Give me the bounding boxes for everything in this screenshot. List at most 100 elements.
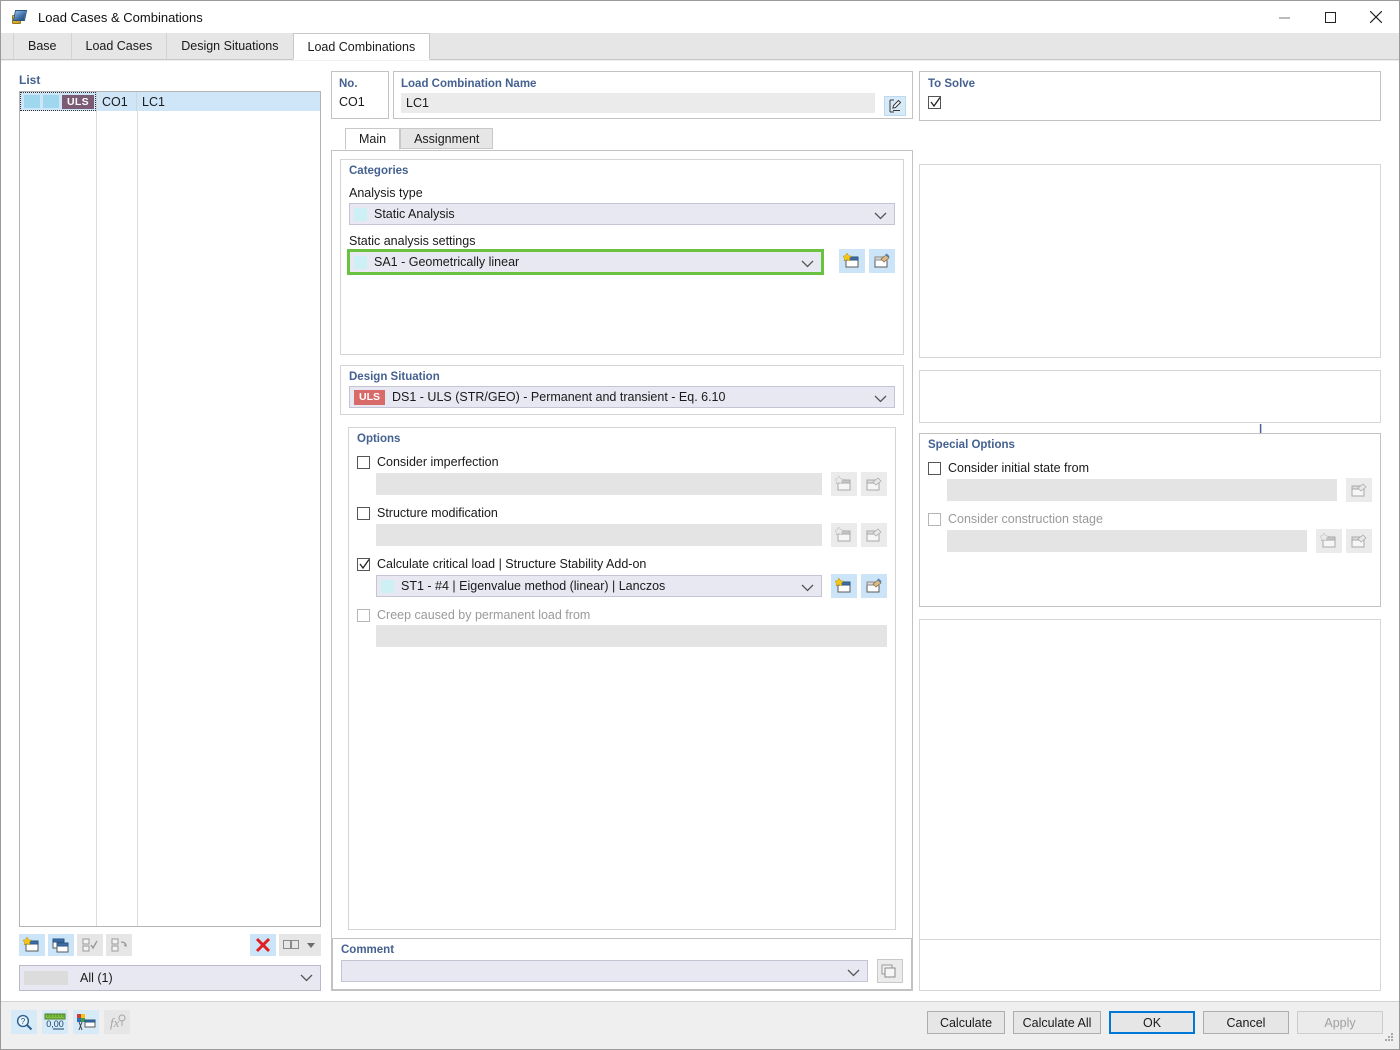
invert-selection-button bbox=[106, 934, 132, 956]
combination-name-box: Load Combination Name bbox=[393, 71, 913, 119]
load-cases-combinations-window: Load Cases & Combinations Base Load Case… bbox=[0, 0, 1400, 1050]
static-analysis-settings-dropdown[interactable]: SA1 - Geometrically linear bbox=[349, 251, 822, 273]
svg-text:fx: fx bbox=[110, 1015, 120, 1030]
comment-group: Comment bbox=[332, 938, 912, 990]
new-item-button[interactable] bbox=[19, 934, 45, 956]
filter-swatch-icon bbox=[24, 971, 68, 985]
help-search-icon[interactable]: ? bbox=[11, 1010, 37, 1034]
option-label: Consider imperfection bbox=[377, 455, 499, 469]
right-blank-panel-bottom bbox=[919, 619, 1381, 957]
checkbox-consider-initial-state[interactable] bbox=[928, 462, 941, 475]
static-analysis-swatch-icon bbox=[354, 256, 367, 269]
number-format-icon[interactable]: 0,00 bbox=[42, 1010, 68, 1034]
analysis-type-label: Analysis type bbox=[341, 186, 903, 200]
checkbox-to-solve[interactable] bbox=[928, 96, 941, 109]
tab-main[interactable]: Main bbox=[345, 128, 400, 150]
apply-button: Apply bbox=[1297, 1011, 1383, 1034]
calculate-button[interactable]: Calculate bbox=[927, 1011, 1005, 1034]
analysis-type-dropdown[interactable]: Static Analysis bbox=[349, 203, 895, 225]
new-stability-analysis-settings-button[interactable] bbox=[831, 574, 857, 598]
checkbox-consider-construction-stage bbox=[928, 513, 941, 526]
comment-dropdown[interactable] bbox=[341, 960, 868, 982]
maximize-icon[interactable] bbox=[1307, 1, 1353, 33]
select-all-button bbox=[77, 934, 103, 956]
list-filter-value: All (1) bbox=[80, 971, 113, 985]
analysis-type-value: Static Analysis bbox=[374, 207, 455, 221]
options-title: Options bbox=[349, 428, 895, 445]
minimize-icon[interactable] bbox=[1261, 1, 1307, 33]
option-consider-initial-state[interactable]: Consider initial state from bbox=[920, 461, 1380, 475]
list-filter-dropdown[interactable]: All (1) bbox=[19, 965, 321, 991]
option-label: Calculate critical load | Structure Stab… bbox=[377, 557, 646, 571]
new-static-analysis-settings-button[interactable] bbox=[839, 249, 865, 273]
detail-tab-strip: Main Assignment bbox=[331, 127, 913, 149]
resize-grip-icon[interactable] bbox=[1383, 1031, 1395, 1046]
main-tab-pane: Categories Analysis type Static Analysis… bbox=[331, 150, 913, 991]
chevron-down-icon bbox=[874, 392, 887, 406]
close-icon[interactable] bbox=[1353, 1, 1399, 33]
tab-load-combinations[interactable]: Load Combinations bbox=[293, 33, 431, 60]
app-icon bbox=[11, 8, 29, 26]
ok-button[interactable]: OK bbox=[1109, 1011, 1195, 1034]
edit-structure-modification-button bbox=[861, 523, 887, 547]
stability-analysis-settings-value: ST1 - #4 | Eigenvalue method (linear) | … bbox=[401, 579, 665, 593]
combinations-list[interactable]: ULS CO1 LC1 bbox=[19, 91, 321, 927]
calculate-all-button[interactable]: Calculate All bbox=[1013, 1011, 1101, 1034]
design-situation-group: Design Situation EN 1990 | DIN | 2012-08… bbox=[340, 365, 904, 415]
delete-item-button[interactable] bbox=[250, 934, 276, 956]
option-calculate-critical-load[interactable]: Calculate critical load | Structure Stab… bbox=[349, 557, 895, 571]
static-analysis-settings-label: Static analysis settings bbox=[341, 234, 903, 248]
construction-stage-field bbox=[947, 530, 1307, 552]
tab-load-cases[interactable]: Load Cases bbox=[71, 33, 167, 59]
edit-static-analysis-settings-button[interactable] bbox=[869, 249, 895, 273]
status-badge: ULS bbox=[62, 95, 94, 109]
new-structure-modification-button bbox=[831, 523, 857, 547]
option-label: Structure modification bbox=[377, 506, 498, 520]
tab-assignment[interactable]: Assignment bbox=[400, 128, 493, 149]
imperfection-case-field bbox=[376, 473, 822, 495]
chevron-down-icon bbox=[847, 966, 860, 980]
option-label: Consider initial state from bbox=[948, 461, 1089, 475]
checkbox-consider-imperfection[interactable] bbox=[357, 456, 370, 469]
right-blank-panel-middle bbox=[919, 370, 1381, 423]
categories-title: Categories bbox=[341, 160, 903, 177]
option-structure-modification[interactable]: Structure modification bbox=[349, 506, 895, 520]
row-name: LC1 bbox=[136, 92, 320, 111]
checkbox-creep bbox=[357, 609, 370, 622]
new-construction-stage-button bbox=[1316, 529, 1342, 553]
design-situation-dropdown[interactable]: ULS DS1 - ULS (STR/GEO) - Permanent and … bbox=[349, 386, 895, 408]
to-solve-label: To Solve bbox=[928, 78, 1372, 90]
name-label: Load Combination Name bbox=[401, 78, 905, 90]
main-tab-strip: Base Load Cases Design Situations Load C… bbox=[1, 33, 1399, 60]
comment-library-button[interactable] bbox=[877, 959, 903, 983]
stability-analysis-settings-dropdown[interactable]: ST1 - #4 | Eigenvalue method (linear) | … bbox=[376, 575, 822, 597]
view-mode-button[interactable] bbox=[279, 934, 321, 956]
details-panel: No. CO1 Load Combination Name bbox=[331, 71, 913, 991]
no-value: CO1 bbox=[339, 95, 381, 109]
checkbox-calculate-critical-load[interactable] bbox=[357, 558, 370, 571]
table-row[interactable]: ULS CO1 LC1 bbox=[20, 92, 320, 111]
tab-base[interactable]: Base bbox=[13, 33, 71, 59]
list-column-lines bbox=[20, 111, 320, 926]
list-label: List bbox=[19, 73, 321, 87]
edit-stability-analysis-settings-button[interactable] bbox=[861, 574, 887, 598]
row-number: CO1 bbox=[96, 92, 136, 111]
cancel-button[interactable]: Cancel bbox=[1203, 1011, 1289, 1034]
edit-note-icon[interactable] bbox=[884, 96, 906, 116]
checkbox-structure-modification[interactable] bbox=[357, 507, 370, 520]
edit-imperfection-case-button bbox=[861, 472, 887, 496]
svg-text:0,00: 0,00 bbox=[46, 1019, 64, 1029]
initial-state-field bbox=[947, 479, 1337, 501]
list-panel: List ULS CO1 LC1 bbox=[19, 73, 321, 991]
combination-name-input[interactable] bbox=[401, 93, 875, 113]
chevron-down-icon bbox=[801, 581, 814, 595]
tab-design-situations[interactable]: Design Situations bbox=[166, 33, 292, 59]
copy-item-button[interactable] bbox=[48, 934, 74, 956]
units-colors-icon[interactable] bbox=[73, 1010, 99, 1034]
design-situation-value: DS1 - ULS (STR/GEO) - Permanent and tran… bbox=[392, 390, 725, 404]
design-situation-title: Design Situation bbox=[349, 371, 440, 383]
header-row: No. CO1 Load Combination Name bbox=[331, 71, 913, 119]
special-options-title: Special Options bbox=[920, 434, 1380, 451]
option-consider-imperfection[interactable]: Consider imperfection bbox=[349, 455, 895, 469]
footer-tool-icons: ? 0,00 bbox=[11, 1010, 130, 1034]
